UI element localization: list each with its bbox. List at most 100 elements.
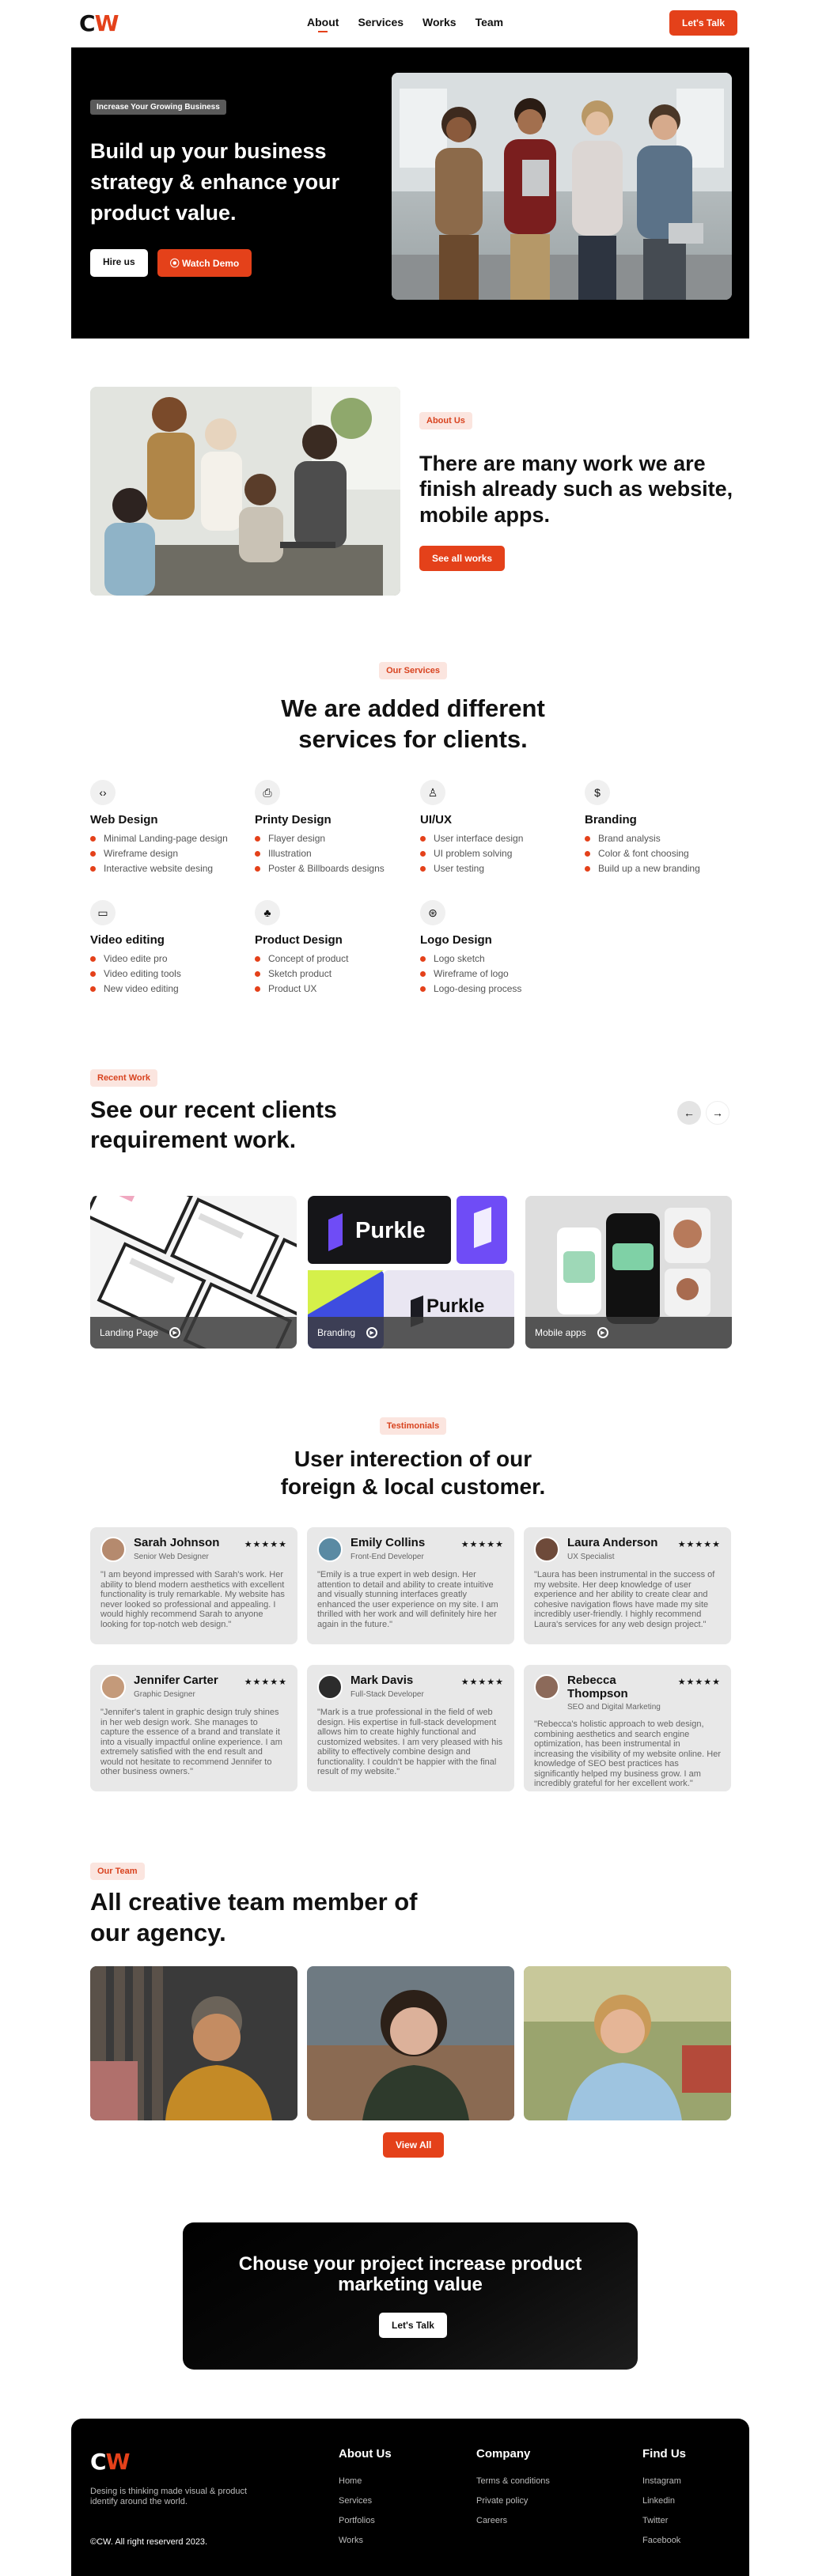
service-name: Branding: [585, 813, 637, 827]
play-icon[interactable]: ▶: [366, 1327, 378, 1338]
service-ui-ux: ♙ UI/UX User interface design UI problem so…: [420, 780, 578, 876]
service-bullets: Minimal Landing-page design Wireframe des…: [90, 831, 248, 876]
team-member-photo: [524, 1966, 731, 2120]
footer-tagline: Desing is thinking made visual & product…: [90, 2487, 248, 2506]
footer-link-twitter[interactable]: Twitter: [642, 2511, 686, 2531]
shapes-icon: ♣: [255, 900, 280, 925]
star-rating-icon: ★★★★★: [677, 1540, 721, 1549]
testimonial-header: Sarah Johnson Senior Web Designer ★★★★★: [100, 1536, 287, 1562]
footer: CW Desing is thinking made visual & prod…: [71, 2419, 749, 2576]
hire-us-button[interactable]: Hire us: [90, 249, 148, 277]
footer-link-home[interactable]: Home: [339, 2472, 392, 2491]
logo[interactable]: CW: [79, 10, 119, 36]
testimonial-header: Laura Anderson UX Specialist ★★★★★: [534, 1536, 721, 1562]
user-icon: ♙: [420, 780, 445, 805]
code-icon: ‹›: [90, 780, 116, 805]
footer-link-terms[interactable]: Terms & conditions: [476, 2472, 550, 2491]
nav-link-about[interactable]: About: [307, 16, 339, 32]
footer-link-services[interactable]: Services: [339, 2491, 392, 2511]
testimonial-role: Senior Web Designer: [134, 1552, 209, 1561]
work-card-landing-page[interactable]: Landing Page ▶: [90, 1196, 297, 1349]
hero-buttons: Hire us ⦿ Watch Demo: [90, 249, 252, 277]
star-rating-icon: ★★★★★: [244, 1678, 287, 1687]
footer-col-title: Find Us: [642, 2447, 686, 2461]
watch-demo-button[interactable]: ⦿ Watch Demo: [157, 249, 252, 277]
dollar-icon: $: [585, 780, 610, 805]
work-card-bar: Branding ▶: [308, 1317, 514, 1349]
service-bullet: Build up a new branding: [585, 861, 743, 876]
printer-icon: ⎙: [255, 780, 280, 805]
arrow-right-icon[interactable]: →: [706, 1101, 729, 1125]
testimonial-header: Mark Davis Full-Stack Developer ★★★★★: [317, 1674, 504, 1700]
testimonial-quote: "Laura has been instrumental in the succ…: [534, 1570, 715, 1629]
work-card-mobile-apps[interactable]: Mobile apps ▶: [525, 1196, 732, 1349]
footer-link-linkedin[interactable]: Linkedin: [642, 2491, 686, 2511]
testimonial-name: Sarah Johnson: [134, 1536, 220, 1549]
testimonial-name: Jennifer Carter: [134, 1674, 218, 1687]
nav-link-team[interactable]: Team: [476, 16, 504, 28]
testimonial-author: Sarah Johnson Senior Web Designer: [134, 1536, 220, 1561]
service-bullets: Video edite pro Video editing tools New vi…: [90, 951, 248, 997]
testimonial-card: Rebecca Thompson SEO and Digital Marketin…: [524, 1665, 731, 1791]
testimonial-role: Graphic Designer: [134, 1689, 195, 1699]
service-product-design: ♣ Product Design Concept of product Sketch …: [255, 900, 413, 997]
service-bullet: User testing: [420, 861, 578, 876]
testimonial-name: Rebecca Thompson: [567, 1674, 628, 1700]
cta-lets-talk-button[interactable]: Let's Talk: [379, 2313, 447, 2338]
service-name: Product Design: [255, 933, 343, 947]
video-icon: ▭: [90, 900, 116, 925]
service-bullets: Flayer design Illustration Poster & Billbo…: [255, 831, 413, 876]
footer-link-works[interactable]: Works: [339, 2531, 392, 2551]
footer-copyright: ©CW. All right reserverd 2023.: [90, 2537, 208, 2547]
testimonial-name: Mark Davis: [350, 1674, 414, 1687]
star-rating-icon: ★★★★★: [244, 1540, 287, 1549]
service-bullet: New video editing: [90, 982, 248, 997]
service-name: Logo Design: [420, 933, 492, 947]
lets-talk-button[interactable]: Let's Talk: [669, 10, 737, 36]
services-pill: Our Services: [379, 662, 447, 679]
service-branding: $ Branding Brand analysis Color & font choo…: [585, 780, 743, 876]
service-video-editing: ▭ Video editing Video edite pro Video editi…: [90, 900, 248, 997]
work-card-branding[interactable]: Purkle Purkle Branding ▶: [308, 1196, 514, 1349]
play-icon[interactable]: ▶: [597, 1327, 608, 1338]
testimonial-role: Full-Stack Developer: [350, 1689, 424, 1699]
footer-col-about: About Us Home Services Portfolios Works: [339, 2447, 392, 2551]
avatar: [317, 1537, 343, 1562]
avatar: [534, 1537, 559, 1562]
footer-logo[interactable]: CW: [90, 2449, 130, 2475]
footer-link-instagram[interactable]: Instagram: [642, 2472, 686, 2491]
service-bullets: Concept of product Sketch product Product …: [255, 951, 413, 997]
service-bullet: Color & font choosing: [585, 846, 743, 861]
play-icon[interactable]: ▶: [169, 1327, 181, 1338]
nav-link-works[interactable]: Works: [422, 16, 457, 28]
see-all-works-button[interactable]: See all works: [419, 546, 506, 571]
footer-link-careers[interactable]: Careers: [476, 2511, 550, 2531]
footer-link-privacy[interactable]: Private policy: [476, 2491, 550, 2511]
testimonial-header: Jennifer Carter Graphic Designer ★★★★★: [100, 1674, 287, 1700]
hero-section: Increase Your Growing Business Build up …: [71, 47, 749, 339]
work-card-bar: Mobile apps ▶: [525, 1317, 732, 1349]
about-title: There are many work we are finish alread…: [419, 452, 733, 527]
top-nav: CW About Services Works Team Let's Talk: [0, 0, 826, 46]
service-bullet: UI problem solving: [420, 846, 578, 861]
service-bullet: Logo-desing process: [420, 982, 578, 997]
recent-work-title: See our recent clients requirement work.: [90, 1097, 337, 1154]
team-title: All creative team member of our agency.: [90, 1888, 418, 1946]
arrow-left-icon[interactable]: ←: [677, 1101, 701, 1125]
service-name: UI/UX: [420, 813, 453, 827]
aperture-icon: ⊛: [420, 900, 445, 925]
footer-link-facebook[interactable]: Facebook: [642, 2531, 686, 2551]
testimonial-card: Emily Collins Front-End Developer ★★★★★ "Em…: [307, 1527, 514, 1644]
avatar: [317, 1674, 343, 1700]
nav-links: About Services Works Team: [307, 16, 504, 32]
purkle-wordmark-dark: Purkle: [426, 1296, 485, 1317]
work-card-label: Branding: [317, 1327, 356, 1338]
testimonials-pill: Testimonials: [379, 1417, 447, 1435]
footer-link-portfolios[interactable]: Portfolios: [339, 2511, 392, 2531]
testimonial-role: UX Specialist: [567, 1552, 615, 1561]
nav-link-services[interactable]: Services: [358, 16, 404, 28]
services-title: We are added different services for clien…: [281, 694, 545, 754]
view-all-button[interactable]: View All: [383, 2132, 445, 2158]
service-printy-design: ⎙ Printy Design Flayer design Illustration P…: [255, 780, 413, 876]
team-member-photo: [307, 1966, 514, 2120]
